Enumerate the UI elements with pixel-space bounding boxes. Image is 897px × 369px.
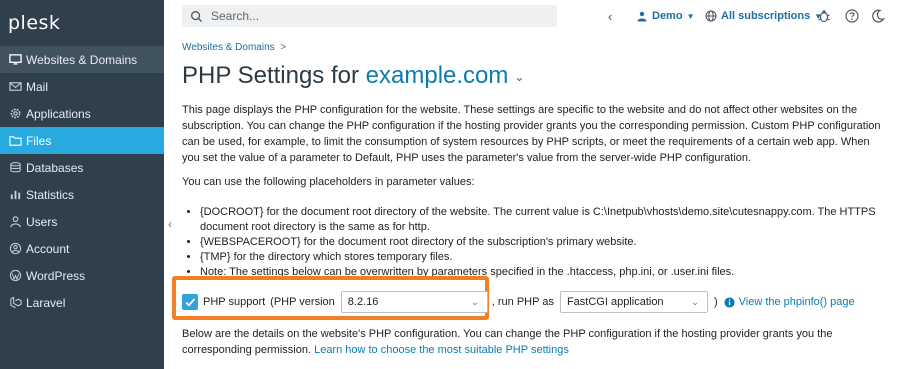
placeholders-intro: You can use the following placeholders i… xyxy=(182,176,475,188)
gear-icon xyxy=(8,107,22,121)
sidebar-item-websites-domains[interactable]: Websites & Domains xyxy=(0,46,164,73)
sidebar-item-label: Mail xyxy=(26,79,49,94)
sidebar-item-label: WordPress xyxy=(26,268,86,283)
breadcrumb-link[interactable]: Websites & Domains xyxy=(182,42,275,53)
chevron-down-icon: ⌄ xyxy=(691,297,699,307)
run-php-as-label: , run PHP as xyxy=(491,296,554,308)
php-support-checkbox[interactable] xyxy=(182,294,198,310)
sidebar: plesk Websites & Domains Mail Applicatio… xyxy=(0,0,164,369)
breadcrumb: Websites & Domains > xyxy=(182,42,286,53)
sidebar-item-label: Files xyxy=(26,133,52,148)
php-support-row: PHP support (PHP version 8.2.16 ⌄ , run … xyxy=(182,290,855,314)
sidebar-item-mail[interactable]: Mail xyxy=(0,73,164,100)
sidebar-item-applications[interactable]: Applications xyxy=(0,100,164,127)
chevron-down-icon: ⌄ xyxy=(471,297,479,307)
subscriptions-label: All subscriptions xyxy=(721,10,811,22)
user-menu[interactable]: Demo ▼ xyxy=(636,10,694,22)
globe-icon xyxy=(705,10,717,22)
wordpress-icon xyxy=(8,269,22,283)
list-item: {WEBSPACEROOT} for the document root dir… xyxy=(200,235,890,250)
monitor-icon xyxy=(8,53,22,67)
page-title: PHP Settings for example.com ⌄ xyxy=(182,62,524,90)
top-bar: ‹ Demo ▼ All subscriptions ▼ xyxy=(164,0,897,34)
page-description: This page displays the PHP configuration… xyxy=(182,104,881,164)
breadcrumb-separator: > xyxy=(280,42,287,53)
php-support-label: PHP support xyxy=(203,296,266,308)
sidebar-item-statistics[interactable]: Statistics xyxy=(0,181,164,208)
checkmark-icon xyxy=(185,298,196,307)
search-input[interactable] xyxy=(211,9,531,23)
user-icon xyxy=(637,11,647,22)
dark-mode-icon[interactable] xyxy=(871,9,885,23)
close-paren: ) xyxy=(713,296,718,308)
info-icon xyxy=(724,296,735,308)
sidebar-item-databases[interactable]: Databases xyxy=(0,154,164,181)
php-version-value: 8.2.16 xyxy=(347,296,379,308)
php-handler-value: FastCGI application xyxy=(566,296,664,308)
sidebar-item-laravel[interactable]: Laravel xyxy=(0,289,164,316)
sidebar-collapse-toggle[interactable]: ‹ xyxy=(164,212,176,236)
database-icon xyxy=(8,161,22,175)
help-icon[interactable] xyxy=(845,9,859,23)
subscriptions-menu[interactable]: All subscriptions ▼ xyxy=(705,10,822,22)
folder-icon xyxy=(8,134,22,148)
plesk-logo[interactable]: plesk xyxy=(8,6,60,34)
sidebar-item-label: Users xyxy=(26,214,58,229)
php-version-select[interactable]: 8.2.16 ⌄ xyxy=(340,291,488,313)
page-title-domain[interactable]: example.com xyxy=(366,62,509,89)
user-menu-label: Demo xyxy=(652,10,683,22)
sidebar-item-label: Databases xyxy=(26,160,84,175)
chevron-down-icon[interactable]: ⌄ xyxy=(514,70,524,84)
sidebar-item-label: Websites & Domains xyxy=(26,52,138,67)
sidebar-item-label: Laravel xyxy=(26,295,66,310)
search-box[interactable] xyxy=(182,5,557,27)
bug-icon[interactable] xyxy=(817,9,831,23)
sidebar-item-label: Applications xyxy=(26,106,91,121)
sidebar-item-files[interactable]: Files xyxy=(0,127,164,154)
sidebar-item-label: Statistics xyxy=(26,187,75,202)
laravel-icon xyxy=(8,296,22,310)
page-title-prefix: PHP Settings for xyxy=(182,62,359,89)
bar-chart-icon xyxy=(8,188,22,202)
sidebar-item-label: Account xyxy=(26,241,70,256)
list-item: {DOCROOT} for the document root director… xyxy=(200,205,890,235)
list-item: {TMP} for the directory which stores tem… xyxy=(200,250,890,265)
chevron-down-icon: ▼ xyxy=(686,11,695,21)
sidebar-nav: Websites & Domains Mail Applications Fil… xyxy=(0,46,164,316)
user-icon xyxy=(8,215,22,229)
account-icon xyxy=(8,242,22,256)
placeholders-list: {DOCROOT} for the document root director… xyxy=(200,205,890,280)
php-config-details: Below are the details on the website's P… xyxy=(182,326,882,358)
phpinfo-link-label: View the phpinfo() page xyxy=(738,296,855,308)
php-version-prefix: (PHP version xyxy=(270,296,335,308)
search-icon xyxy=(191,10,203,22)
back-arrow-icon[interactable]: ‹ xyxy=(608,9,612,24)
sidebar-item-wordpress[interactable]: WordPress xyxy=(0,262,164,289)
phpinfo-link[interactable]: View the phpinfo() page xyxy=(724,296,855,308)
learn-php-settings-link[interactable]: Learn how to choose the most suitable PH… xyxy=(314,344,569,356)
sidebar-item-users[interactable]: Users xyxy=(0,208,164,235)
mail-icon xyxy=(8,80,22,94)
sidebar-item-account[interactable]: Account xyxy=(0,235,164,262)
php-handler-select[interactable]: FastCGI application ⌄ xyxy=(559,291,708,313)
logo-text: plesk xyxy=(8,12,61,34)
